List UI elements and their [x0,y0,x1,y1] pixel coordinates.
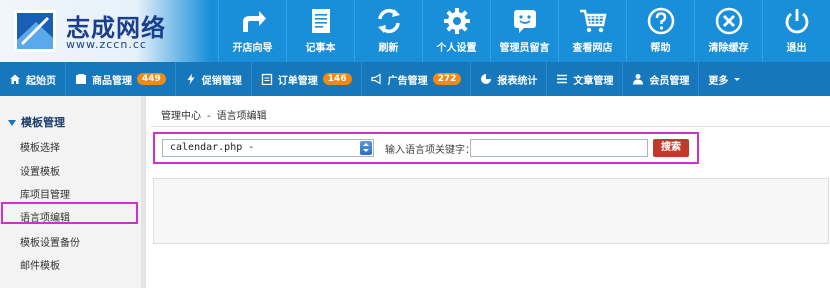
top-nav-label: 个人设置 [436,43,477,54]
power-icon [785,9,808,34]
sidebar: 模板管理 模板选择 设置模板 库项目管理 语言项编辑 模板设置备份 邮件模板 [0,96,146,288]
top-nav-help-button[interactable]: 帮助 [626,0,694,62]
ads-count-badge: 272 [432,73,462,85]
home-icon [10,74,20,84]
select-value: calendar.php - [170,142,255,153]
menu-item-label: 会员管理 [649,75,690,87]
top-nav-refresh-button[interactable]: 刷新 [354,0,422,62]
bolt-icon [187,73,195,85]
results-panel [153,178,829,244]
language-file-select[interactable]: calendar.php - [162,139,374,157]
select-arrows-icon [360,141,372,155]
menu-item-label: 文章管理 [573,75,614,87]
menu-item-label: 促销管理 [201,75,242,87]
breadcrumb-separator: - [207,111,211,122]
gear-icon [443,8,470,34]
users-icon [633,74,644,85]
menu-item-members[interactable]: 会员管理 [623,62,700,96]
menu-item-label: 更多 [708,75,729,87]
menu-item-more[interactable]: 更多 [699,62,752,96]
top-nav-label: 管理员留言 [499,43,550,54]
cart-icon [579,9,606,33]
top-nav-settings-button[interactable]: 个人设置 [422,0,490,62]
sidebar-section-title[interactable]: 模板管理 [8,114,65,130]
top-nav-label: 退出 [786,43,807,54]
breadcrumb-current: 语言项编辑 [216,111,267,122]
menu-item-label: 起始页 [26,75,56,87]
top-nav-label: 帮助 [650,43,671,54]
menu-item-home[interactable]: 起始页 [0,62,66,96]
menu-item-articles[interactable]: 文章管理 [547,62,624,96]
top-nav-clear-cache-button[interactable]: 清除缓存 [694,0,762,62]
breadcrumb: 管理中心 - 语言项编辑 [161,107,267,122]
logo[interactable]: 志成网络 www.zccn.cc [10,6,220,56]
menu-item-ads[interactable]: 广告管理 272 [362,62,472,96]
search-button[interactable]: 搜索 [653,139,689,157]
top-nav-label: 刷新 [378,43,399,54]
sidebar-item-language-edit[interactable]: 语言项编辑 [20,209,70,224]
folder-icon [76,74,86,84]
sidebar-item-library[interactable]: 库项目管理 [20,186,70,201]
close-circle-icon [715,7,742,35]
logo-url: www.zccn.cc [66,38,147,51]
menu-item-label: 订单管理 [277,75,318,87]
help-icon [647,7,674,35]
logo-mark-icon [14,10,56,52]
sidebar-item-mail-template[interactable]: 邮件模板 [20,257,60,272]
top-nav-logout-button[interactable]: 退出 [762,0,830,62]
menu-item-promotion[interactable]: 促销管理 [176,62,252,96]
menu-item-goods[interactable]: 商品管理 449 [66,62,176,96]
top-nav-label: 记事本 [305,43,336,54]
notepad-icon [311,9,330,33]
top-nav-label: 清除缓存 [708,43,749,54]
breadcrumb-root[interactable]: 管理中心 [161,111,201,122]
search-form: calendar.php - 输入语言项关键字： 搜索 [153,132,699,164]
sidebar-item-template-select[interactable]: 模板选择 [20,139,60,154]
breadcrumb-divider [151,126,830,127]
top-header: 志成网络 www.zccn.cc 开店向导 记事本 刷新 个人设置 管理员留言 … [0,0,830,62]
list-icon [557,74,568,84]
top-nav-view-shop-button[interactable]: 查看网店 [558,0,626,62]
clipboard-icon [261,73,272,85]
share-arrow-icon [242,11,266,32]
top-nav-label: 查看网店 [572,43,613,54]
refresh-icon [377,8,400,34]
menu-item-orders[interactable]: 订单管理 146 [252,62,362,96]
menu-item-label: 商品管理 [92,75,132,87]
menu-item-label: 报表统计 [497,75,538,87]
sidebar-item-template-backup[interactable]: 模板设置备份 [20,234,80,249]
goods-count-badge: 449 [137,73,166,85]
keyword-input[interactable] [470,139,648,157]
caret-down-icon [8,120,16,126]
top-nav-notepad-button[interactable]: 记事本 [286,0,354,62]
pie-chart-icon [481,74,492,84]
sidebar-item-template-settings[interactable]: 设置模板 [20,163,60,178]
chat-smile-icon [513,10,536,33]
orders-count-badge: 146 [322,73,352,85]
main-content: 管理中心 - 语言项编辑 calendar.php - 输入语言项关键字： 搜索 [151,96,830,288]
top-nav-admin-message-button[interactable]: 管理员留言 [490,0,558,62]
sidebar-section-label: 模板管理 [21,116,65,129]
menu-item-reports[interactable]: 报表统计 [471,62,548,96]
top-nav: 开店向导 记事本 刷新 个人设置 管理员留言 查看网店 帮助 清除缓存 退出 [218,0,830,62]
keyword-label: 输入语言项关键字： [385,145,475,156]
main-menu-bar: 起始页 商品管理 449 促销管理 订单管理 146 广告管理 272 报表统计… [0,62,830,96]
top-nav-label: 开店向导 [232,43,273,54]
megaphone-icon [370,73,381,85]
caret-down-icon [734,78,741,81]
top-nav-guide-button[interactable]: 开店向导 [218,0,286,62]
menu-item-label: 广告管理 [387,75,428,87]
